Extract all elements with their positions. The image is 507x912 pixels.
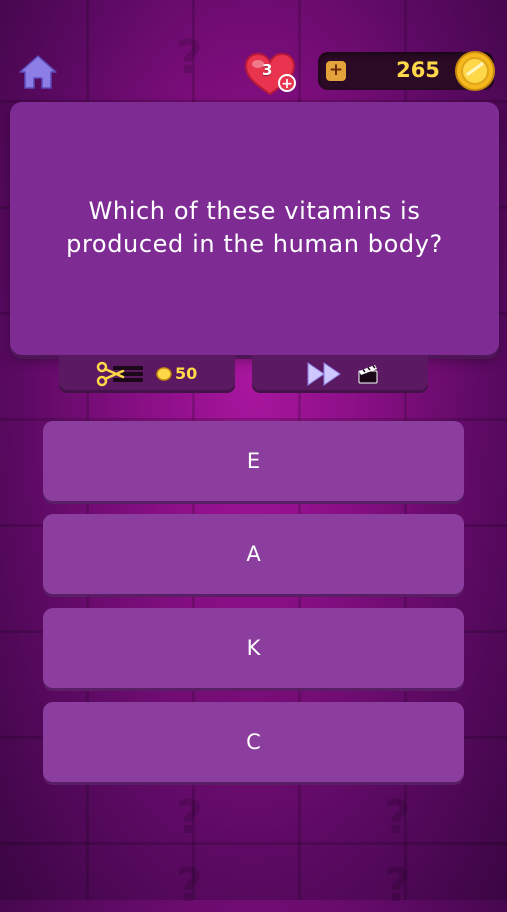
answer-option-3[interactable]: K — [43, 608, 464, 688]
question-text: Which of these vitamins is produced in t… — [66, 196, 443, 258]
background-question-mark: ? — [176, 858, 203, 912]
background-question-mark: ? — [384, 858, 411, 912]
add-coins-button[interactable]: + — [326, 61, 346, 81]
skip-question-button[interactable] — [252, 355, 428, 393]
coin-icon — [454, 50, 496, 92]
answer-option-1[interactable]: E — [43, 421, 464, 501]
background-question-mark: ? — [384, 790, 411, 844]
coin-amount: 265 — [396, 58, 440, 82]
fifty-fifty-cost: 50 — [175, 364, 198, 383]
lives-button[interactable]: 3 + — [244, 52, 300, 98]
home-button[interactable] — [16, 52, 60, 92]
fifty-fifty-lifeline-button[interactable]: 50 — [59, 355, 235, 393]
clapperboard-icon — [358, 365, 378, 384]
answer-option-4[interactable]: C — [43, 702, 464, 782]
background-question-mark: ? — [176, 30, 203, 84]
home-icon — [19, 55, 57, 89]
question-card: Which of these vitamins is produced in t… — [10, 102, 499, 355]
fast-forward-icon — [307, 362, 341, 386]
add-lives-badge[interactable]: + — [278, 74, 296, 92]
background-question-mark: ? — [176, 790, 203, 844]
lives-count: 3 — [262, 61, 273, 79]
coin-small-icon — [156, 367, 172, 381]
scissors-icon — [96, 361, 143, 387]
answer-option-2[interactable]: A — [43, 514, 464, 594]
